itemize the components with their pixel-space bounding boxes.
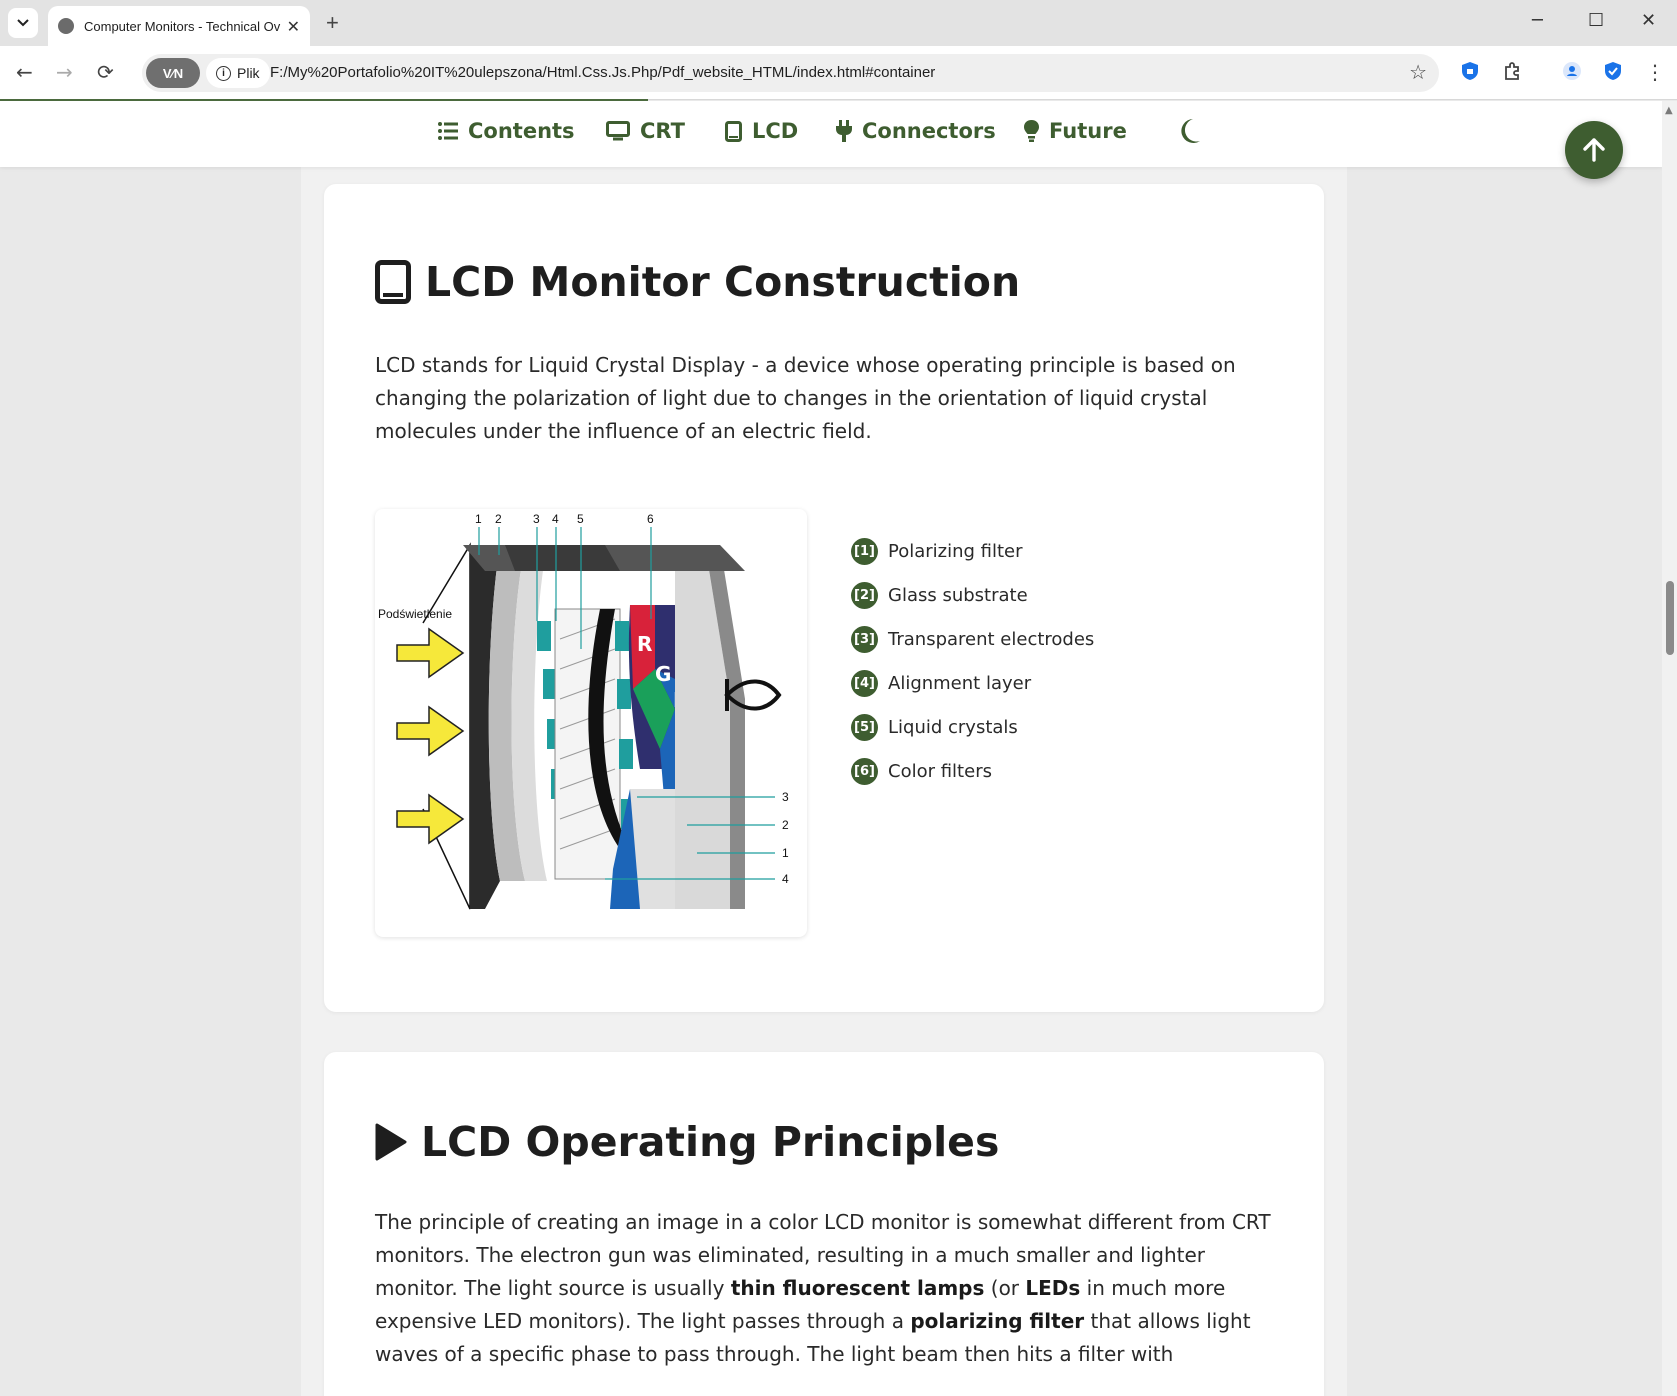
nav-link-future[interactable]: Future	[1024, 119, 1127, 143]
arrow-up-icon	[1583, 138, 1605, 162]
backlight-arrow	[396, 627, 465, 679]
legend-number-badge: [4]	[851, 669, 878, 697]
legend-number-badge: [3]	[851, 625, 878, 653]
highlight-text: LEDs	[1025, 1276, 1081, 1300]
shield-extension-icon[interactable]	[1459, 60, 1481, 82]
legend-label: Glass substrate	[888, 584, 1028, 606]
tab-title: Computer Monitors - Technical Ov	[84, 18, 281, 34]
callout-number: 2	[782, 818, 789, 832]
section-lcd-construction: LCD Monitor Construction LCD stands for …	[324, 184, 1324, 1012]
desktop-icon	[606, 121, 630, 141]
nav-link-connectors[interactable]: Connectors	[836, 119, 996, 143]
callout-number: 3	[782, 790, 789, 804]
highlight-text: polarizing filter	[910, 1309, 1085, 1333]
scrollbar-thumb[interactable]	[1666, 581, 1674, 655]
nav-label: Connectors	[862, 119, 996, 143]
nav-link-crt[interactable]: CRT	[606, 119, 685, 143]
window-close-button[interactable]: ✕	[1641, 10, 1656, 31]
page-viewport: Contents CRT LCD Connectors Future LCD M…	[0, 101, 1662, 1396]
callout-number: 6	[647, 512, 654, 526]
extensions-puzzle-icon[interactable]	[1501, 60, 1523, 82]
nav-link-contents[interactable]: Contents	[438, 119, 575, 143]
legend-number-badge: [5]	[851, 713, 878, 741]
highlight-text: thin fluorescent lamps	[730, 1276, 985, 1300]
rgb-label-g: G	[655, 662, 671, 686]
callout-number: 2	[495, 512, 502, 526]
back-icon[interactable]: ←	[16, 60, 33, 84]
nav-label: CRT	[640, 119, 685, 143]
site-navigation: Contents CRT LCD Connectors Future	[0, 101, 1662, 167]
globe-icon	[58, 18, 74, 34]
legend-number-badge: [1]	[851, 537, 878, 565]
new-tab-button[interactable]: +	[326, 10, 339, 36]
lcd-layers-diagram: Podświetlenie R G 1 2 3 4 5 6 3 2 1 4	[375, 509, 807, 937]
legend-item: [4] Alignment layer	[851, 661, 1094, 705]
tablet-icon	[725, 120, 742, 142]
section-title: LCD Operating Principles	[375, 1118, 999, 1166]
callout-number: 1	[782, 846, 789, 860]
site-info-chip[interactable]: i Plik	[206, 58, 270, 88]
menu-kebab-icon[interactable]: ⋮	[1645, 60, 1665, 84]
legend-number-badge: [6]	[851, 757, 878, 785]
lightbulb-icon	[1024, 120, 1039, 142]
site-info-label: Plik	[237, 65, 260, 81]
scroll-up-arrow-icon[interactable]: ▲	[1665, 105, 1673, 116]
legend-label: Transparent electrodes	[888, 628, 1095, 650]
nav-label: LCD	[752, 119, 799, 143]
minimize-button[interactable]: ─	[1532, 10, 1543, 31]
profile-icon[interactable]	[1561, 60, 1583, 82]
nav-label: Contents	[468, 119, 575, 143]
legend-label: Polarizing filter	[888, 540, 1023, 562]
backlight-arrow	[396, 705, 465, 757]
legend-label: Liquid crystals	[888, 716, 1018, 738]
maximize-button[interactable]: ☐	[1588, 10, 1604, 31]
rgb-label-r: R	[637, 632, 652, 656]
back-to-top-button[interactable]	[1565, 121, 1623, 179]
legend-item: [1] Polarizing filter	[851, 529, 1094, 573]
legend-item: [5] Liquid crystals	[851, 705, 1094, 749]
legend-item: [2] Glass substrate	[851, 573, 1094, 617]
section-intro-text: LCD stands for Liquid Crystal Display - …	[375, 353, 1236, 443]
backlight-arrow	[396, 793, 465, 845]
diagram-legend: [1] Polarizing filter [2] Glass substrate …	[851, 529, 1094, 793]
chevron-down-icon	[17, 19, 29, 27]
bitwarden-shield-icon[interactable]	[1602, 60, 1624, 82]
legend-label: Color filters	[888, 760, 992, 782]
legend-item: [6] Color filters	[851, 749, 1094, 793]
theme-toggle-button[interactable]	[1177, 117, 1201, 149]
section-title: LCD Monitor Construction	[375, 258, 1020, 306]
moon-icon	[1181, 119, 1200, 143]
tablet-icon	[375, 260, 411, 304]
reload-icon[interactable]: ⟳	[97, 60, 114, 84]
callout-number: 1	[475, 512, 482, 526]
browser-tab-active[interactable]: Computer Monitors - Technical Ov ✕	[48, 6, 310, 46]
info-icon: i	[216, 65, 231, 81]
vertical-scrollbar[interactable]: ▲	[1662, 101, 1677, 1396]
play-icon	[375, 1123, 407, 1161]
forward-icon[interactable]: →	[56, 60, 73, 84]
nav-link-lcd[interactable]: LCD	[725, 119, 798, 143]
legend-item: [3] Transparent electrodes	[851, 617, 1094, 661]
url-text[interactable]: F:/My%20Portafolio%20IT%20ulepszona/Html…	[270, 64, 935, 81]
vpn-badge[interactable]: V∕N	[146, 58, 200, 88]
tab-search-button[interactable]	[8, 8, 38, 38]
list-icon	[438, 122, 458, 140]
bookmark-star-icon[interactable]: ☆	[1409, 60, 1427, 84]
content-column: LCD Monitor Construction LCD stands for …	[301, 167, 1347, 1396]
browser-toolbar: ← → ⟳ V∕N i Plik F:/My%20Portafolio%20IT…	[0, 46, 1677, 100]
callout-number: 3	[533, 512, 540, 526]
address-bar[interactable]: V∕N i Plik F:/My%20Portafolio%20IT%20ule…	[142, 54, 1439, 92]
plug-icon	[836, 120, 852, 142]
browser-tab-strip: Computer Monitors - Technical Ov ✕ + ─ ☐…	[0, 0, 1677, 46]
callout-number: 4	[552, 512, 559, 526]
backlight-label: Podświetlenie	[378, 607, 452, 621]
section-lcd-operating-principles: LCD Operating Principles The principle o…	[324, 1052, 1324, 1396]
callout-number: 4	[782, 872, 789, 886]
callout-number: 5	[577, 512, 584, 526]
legend-label: Alignment layer	[888, 672, 1032, 694]
nav-label: Future	[1049, 119, 1127, 143]
tab-close-icon[interactable]: ✕	[287, 17, 300, 36]
section-body-text: The principle of creating an image in a …	[375, 1210, 1271, 1366]
legend-number-badge: [2]	[851, 581, 878, 609]
